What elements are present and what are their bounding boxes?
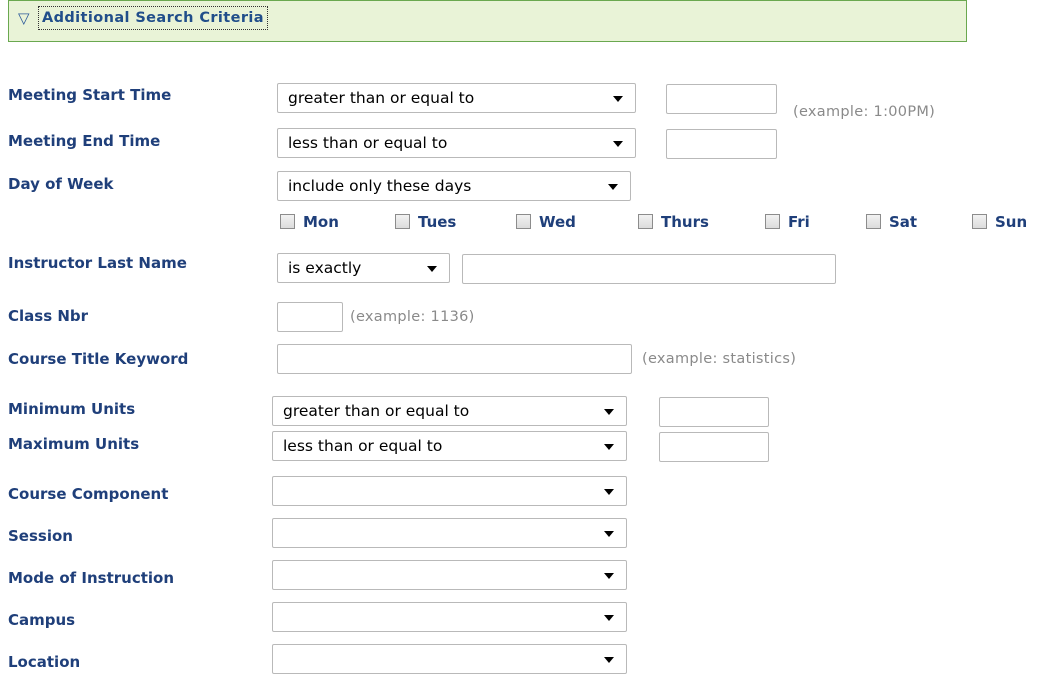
maximum-units-operator-value: less than or equal to (283, 437, 443, 455)
course-component-label: Course Component (8, 485, 169, 503)
day-checkbox-wed[interactable] (516, 214, 531, 229)
mode-of-instruction-select[interactable] (272, 560, 627, 590)
chevron-down-icon (604, 573, 614, 579)
instructor-operator-select[interactable]: is exactly (277, 253, 450, 283)
meeting-start-operator-select[interactable]: greater than or equal to (277, 83, 636, 113)
chevron-down-icon (604, 409, 614, 415)
maximum-units-input[interactable] (659, 432, 769, 462)
meeting-end-operator-value: less than or equal to (288, 134, 448, 152)
class-nbr-label: Class Nbr (8, 307, 89, 325)
chevron-down-icon (604, 489, 614, 495)
chevron-down-icon (604, 615, 614, 621)
day-label-sat: Sat (889, 213, 918, 231)
minimum-units-operator-select[interactable]: greater than or equal to (272, 396, 627, 426)
meeting-end-time-label: Meeting End Time (8, 132, 161, 150)
meeting-start-time-label: Meeting Start Time (8, 86, 172, 104)
campus-select[interactable] (272, 602, 627, 632)
class-nbr-input[interactable] (277, 302, 343, 332)
mode-of-instruction-label: Mode of Instruction (8, 569, 175, 587)
day-checkbox-mon[interactable] (280, 214, 295, 229)
minimum-units-operator-value: greater than or equal to (283, 402, 470, 420)
day-label-wed: Wed (539, 213, 576, 231)
meeting-end-operator-select[interactable]: less than or equal to (277, 128, 636, 158)
chevron-down-icon (608, 184, 618, 190)
session-select[interactable] (272, 518, 627, 548)
day-checkbox-thurs[interactable] (638, 214, 653, 229)
course-component-select[interactable] (272, 476, 627, 506)
day-checkbox-sun[interactable] (972, 214, 987, 229)
course-title-keyword-hint: (example: statistics) (642, 351, 797, 367)
instructor-last-name-label: Instructor Last Name (8, 254, 187, 272)
chevron-down-icon (604, 531, 614, 537)
instructor-last-name-input[interactable] (462, 254, 836, 284)
campus-label: Campus (8, 611, 76, 629)
day-label-thurs: Thurs (661, 213, 709, 231)
day-label-sun: Sun (995, 213, 1028, 231)
chevron-down-icon (604, 444, 614, 450)
day-checkbox-tues[interactable] (395, 214, 410, 229)
minimum-units-input[interactable] (659, 397, 769, 427)
chevron-down-icon (613, 141, 623, 147)
minimum-units-label: Minimum Units (8, 400, 136, 418)
section-title-link[interactable]: Additional Search Criteria (38, 6, 268, 30)
chevron-down-icon (427, 266, 437, 272)
day-label-fri: Fri (788, 213, 810, 231)
course-title-keyword-input[interactable] (277, 344, 632, 374)
meeting-start-operator-value: greater than or equal to (288, 89, 475, 107)
day-of-week-operator-select[interactable]: include only these days (277, 171, 631, 201)
day-label-mon: Mon (303, 213, 339, 231)
day-of-week-label: Day of Week (8, 175, 114, 193)
meeting-start-time-hint: (example: 1:00PM) (793, 104, 936, 120)
meeting-end-time-input[interactable] (666, 129, 777, 159)
chevron-down-icon (604, 657, 614, 663)
course-title-keyword-label: Course Title Keyword (8, 350, 189, 368)
day-label-tues: Tues (418, 213, 457, 231)
instructor-operator-value: is exactly (288, 259, 362, 277)
class-nbr-hint: (example: 1136) (350, 309, 475, 325)
meeting-start-time-input[interactable] (666, 84, 777, 114)
day-checkbox-fri[interactable] (765, 214, 780, 229)
day-checkbox-sat[interactable] (866, 214, 881, 229)
maximum-units-label: Maximum Units (8, 435, 140, 453)
maximum-units-operator-select[interactable]: less than or equal to (272, 431, 627, 461)
day-of-week-operator-value: include only these days (288, 177, 472, 195)
location-label: Location (8, 653, 81, 671)
session-label: Session (8, 527, 73, 545)
location-select[interactable] (272, 644, 627, 674)
chevron-down-icon (613, 96, 623, 102)
collapse-triangle-icon[interactable]: ▽ (18, 8, 30, 28)
